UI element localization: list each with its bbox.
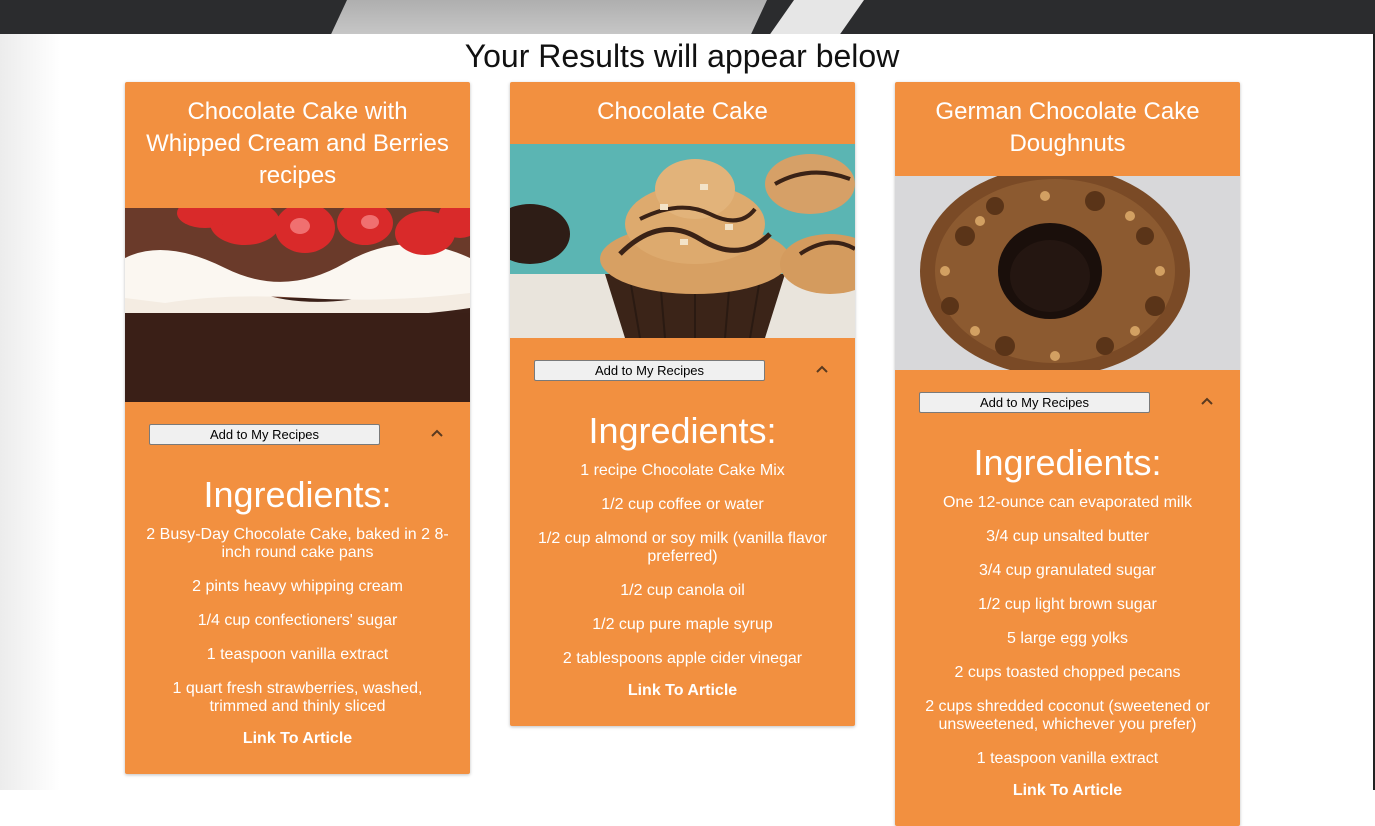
ingredient-item: 1/4 cup confectioners' sugar xyxy=(197,612,398,629)
ingredient-item: 1/2 cup pure maple syrup xyxy=(592,616,773,633)
chevron-up-icon[interactable] xyxy=(429,425,445,441)
add-to-my-recipes-button[interactable]: Add to My Recipes xyxy=(149,424,380,445)
recipe-title: Chocolate Cake with Whipped Cream and Be… xyxy=(146,98,449,189)
page-edge-shadow xyxy=(0,34,60,790)
chevron-up-icon[interactable] xyxy=(1199,393,1215,409)
ingredient-item: 3/4 cup granulated sugar xyxy=(978,562,1156,579)
add-to-my-recipes-button[interactable]: Add to My Recipes xyxy=(534,360,765,381)
ingredient-item: 1 quart fresh strawberries, washed, trim… xyxy=(172,680,423,715)
ingredient-item: 5 large egg yolks xyxy=(1007,630,1128,647)
recipe-image xyxy=(125,208,470,402)
recipe-title: Chocolate Cake xyxy=(597,98,768,125)
ingredient-item: 1 teaspoon vanilla extract xyxy=(206,646,389,663)
ingredients-heading: Ingredients: xyxy=(588,410,777,451)
ingredient-item: 1 recipe Chocolate Cake Mix xyxy=(580,462,785,479)
recipe-card: Chocolate Cake Add to My Recipes Ingredi… xyxy=(510,82,855,726)
link-to-article[interactable]: Link To Article xyxy=(510,682,855,700)
results-heading: Your Results will appear below xyxy=(464,38,900,74)
ingredient-item: 2 cups shredded coconut (sweetened or un… xyxy=(925,698,1210,733)
ingredient-item: One 12-ounce can evaporated milk xyxy=(942,494,1193,511)
ingredients-heading: Ingredients: xyxy=(203,474,392,515)
recipe-image xyxy=(510,144,855,338)
chevron-up-icon[interactable] xyxy=(814,361,830,377)
ingredient-item: 1/2 cup light brown sugar xyxy=(978,596,1157,613)
link-to-article[interactable]: Link To Article xyxy=(125,730,470,748)
add-to-my-recipes-button[interactable]: Add to My Recipes xyxy=(919,392,1150,413)
banner-stripe-shape xyxy=(758,0,872,34)
ingredient-item: 1/2 cup almond or soy milk (vanilla flav… xyxy=(537,530,827,565)
ingredients-list: 2 Busy-Day Chocolate Cake, baked in 2 8-… xyxy=(125,526,470,716)
banner-paper-shape xyxy=(319,0,781,34)
recipe-title: German Chocolate Cake Doughnuts xyxy=(935,98,1200,157)
link-to-article[interactable]: Link To Article xyxy=(895,782,1240,800)
ingredient-item: 1/2 cup coffee or water xyxy=(601,496,764,513)
ingredient-item: 2 pints heavy whipping cream xyxy=(192,578,403,595)
ingredients-list: 1 recipe Chocolate Cake Mix 1/2 cup coff… xyxy=(510,462,855,668)
ingredient-item: 1/2 cup canola oil xyxy=(620,582,745,599)
ingredients-list: One 12-ounce can evaporated milk 3/4 cup… xyxy=(895,494,1240,768)
ingredient-item: 1 teaspoon vanilla extract xyxy=(976,750,1159,767)
recipe-card: German Chocolate Cake Doughnuts Add to M… xyxy=(895,82,1240,826)
ingredient-item: 2 Busy-Day Chocolate Cake, baked in 2 8-… xyxy=(146,526,449,561)
ingredient-item: 3/4 cup unsalted butter xyxy=(986,528,1149,545)
ingredient-item: 2 tablespoons apple cider vinegar xyxy=(562,650,803,667)
ingredient-item: 2 cups toasted chopped pecans xyxy=(954,664,1181,681)
recipe-card: Chocolate Cake with Whipped Cream and Be… xyxy=(125,82,470,774)
hero-banner-image xyxy=(0,0,1375,34)
ingredients-heading: Ingredients: xyxy=(973,442,1162,483)
recipe-image xyxy=(895,176,1240,370)
